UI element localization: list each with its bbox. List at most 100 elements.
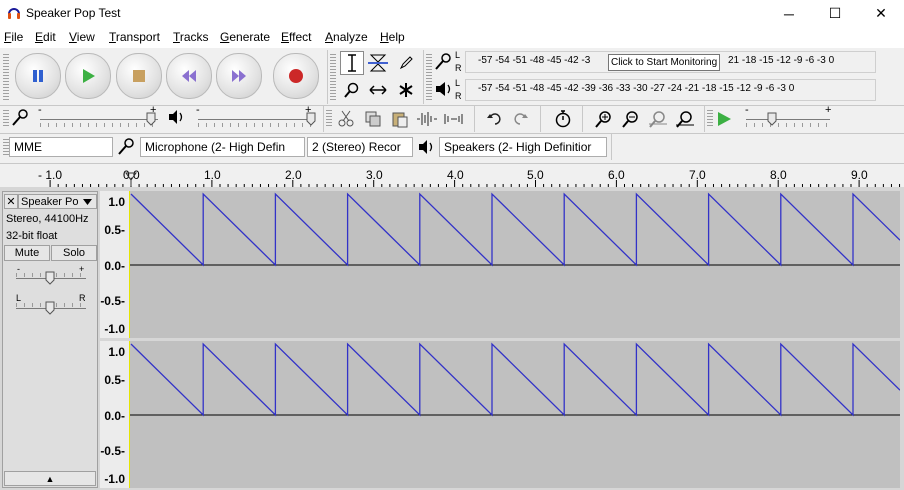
audio-host-select[interactable]: MME	[9, 137, 113, 157]
cut-button[interactable]	[334, 107, 358, 131]
copy-button[interactable]	[361, 107, 385, 131]
zoom-in-button[interactable]	[592, 107, 616, 131]
menu-transport[interactable]: Transport	[109, 30, 160, 44]
waveform-path	[130, 192, 900, 267]
fit-project-button[interactable]	[673, 107, 697, 131]
play-button[interactable]	[65, 53, 111, 99]
menu-tracks[interactable]: Tracks	[173, 30, 209, 44]
playback-device-select[interactable]: Speakers (2- High Definitior	[439, 137, 607, 157]
record-volume-slider[interactable]	[146, 112, 156, 126]
trim-button[interactable]	[415, 107, 439, 131]
toolbar-area: L R -57 -54 -51 -48 -45 -42 -3 Click to …	[0, 48, 904, 160]
redo-button[interactable]	[509, 107, 533, 131]
timeline-ruler[interactable]: - 1.0 0.0 1.0 2.0 3.0 4.0 5.0 6.0 7.0 8.…	[0, 163, 904, 188]
waveform-right-channel[interactable]	[129, 341, 900, 488]
mute-button[interactable]: Mute	[4, 245, 50, 261]
menu-file[interactable]: File	[4, 30, 23, 44]
trim-audio-icon	[417, 112, 437, 126]
skip-to-end-button[interactable]	[216, 53, 262, 99]
monitoring-tooltip[interactable]: Click to Start Monitoring	[608, 54, 721, 71]
collapse-track-button[interactable]: ▲	[4, 471, 96, 486]
scale-label: -0.5-	[100, 294, 125, 308]
toolbar-grip[interactable]	[326, 108, 332, 128]
solo-button[interactable]: Solo	[51, 245, 97, 261]
selection-tool-button[interactable]	[340, 51, 364, 75]
play-at-speed-button[interactable]	[712, 107, 736, 131]
track-menu-button[interactable]: Speaker Po	[18, 194, 97, 209]
skip-start-icon	[182, 70, 196, 82]
scale-label: 0.0-	[104, 259, 125, 273]
menu-generate[interactable]: Generate	[220, 30, 270, 44]
menu-analyze[interactable]: Analyze	[325, 30, 368, 44]
draw-tool-button[interactable]	[394, 51, 418, 75]
toolbar-grip[interactable]	[3, 52, 9, 100]
maximize-button[interactable]: ☐	[812, 0, 858, 27]
skip-to-start-button[interactable]	[166, 53, 212, 99]
record-button[interactable]	[273, 53, 319, 99]
vertical-scale-left[interactable]: 1.0 0.5- 0.0- -0.5- -1.0	[100, 191, 129, 338]
zoom-out-icon	[622, 111, 638, 128]
zoom-in-icon	[595, 111, 611, 128]
menu-effect[interactable]: Effect	[281, 30, 311, 44]
playback-meter-scale: -57 -54 -51 -48 -45 -42 -39 -36 -33 -30 …	[478, 83, 795, 94]
zoom-out-button[interactable]	[619, 107, 643, 131]
playhead-marker[interactable]	[125, 172, 137, 186]
paste-icon	[392, 112, 408, 128]
playback-meter[interactable]: -57 -54 -51 -48 -45 -42 -39 -36 -33 -30 …	[465, 79, 876, 101]
scale-label: -1.0	[104, 472, 125, 486]
recording-channels-select[interactable]: 2 (Stereo) Recor	[307, 137, 413, 157]
envelope-icon	[368, 54, 388, 72]
record-meter-scale: -57 -54 -51 -48 -45 -42 -3	[478, 55, 591, 66]
toolbar-grip[interactable]	[3, 108, 9, 128]
microphone-volume-icon	[12, 109, 28, 126]
zoom-tool-button[interactable]	[340, 78, 364, 102]
gain-slider[interactable]	[45, 271, 55, 285]
sync-lock-button[interactable]	[551, 107, 575, 131]
toolbar-grip[interactable]	[426, 52, 432, 100]
menu-view[interactable]: View	[69, 30, 95, 44]
waveform-left-channel[interactable]	[129, 191, 900, 338]
title-bar: Speaker Pop Test ─ ☐ ✕	[0, 0, 904, 27]
audacity-app-icon	[8, 8, 20, 19]
vertical-scale-right[interactable]: 1.0 0.5- 0.0- -0.5- -1.0	[100, 341, 129, 488]
undo-button[interactable]	[482, 107, 506, 131]
stop-button[interactable]	[116, 53, 162, 99]
speaker-volume-icon	[169, 110, 183, 124]
toolbar-grip[interactable]	[330, 52, 336, 100]
time-shift-tool-button[interactable]	[366, 78, 390, 102]
pencil-icon	[399, 56, 413, 70]
zoom-fit-icon	[676, 111, 694, 128]
silence-audio-icon	[444, 114, 463, 124]
magnifier-icon	[344, 82, 359, 98]
silence-button[interactable]	[442, 107, 466, 131]
record-meter-right-label: R	[455, 63, 462, 73]
minimize-button[interactable]: ─	[766, 0, 812, 27]
track-control-panel: ✕ Speaker Po Stereo, 44100Hz 32-bit floa…	[2, 191, 98, 488]
pan-right-label: R	[79, 293, 86, 303]
paste-button[interactable]	[388, 107, 412, 131]
stop-icon	[133, 70, 145, 82]
multi-tool-button[interactable]	[394, 78, 418, 102]
copy-icon	[365, 111, 381, 127]
fit-selection-button[interactable]	[646, 107, 670, 131]
track-name: Speaker Po	[21, 195, 79, 208]
scale-label: 1.0	[108, 345, 125, 359]
stopwatch-icon	[555, 110, 571, 128]
pan-left-label: L	[16, 293, 22, 303]
track-close-button[interactable]: ✕	[4, 194, 18, 209]
record-meter[interactable]: -57 -54 -51 -48 -45 -42 -3 Click to Star…	[465, 51, 876, 73]
play-speed-slider[interactable]	[767, 112, 777, 126]
pause-icon	[33, 70, 43, 82]
pause-button[interactable]	[15, 53, 61, 99]
menu-help[interactable]: Help	[380, 30, 405, 44]
recording-device-select[interactable]: Microphone (2- High Defin	[140, 137, 305, 157]
scale-label: 0.5-	[104, 373, 125, 387]
menu-edit[interactable]: Edit	[35, 30, 56, 44]
playback-volume-slider[interactable]	[306, 112, 316, 126]
pan-slider[interactable]	[45, 301, 55, 315]
double-arrow-icon	[369, 85, 387, 95]
speaker-meter-icon	[436, 82, 451, 96]
scale-label: 0.5-	[104, 223, 125, 237]
close-window-button[interactable]: ✕	[858, 0, 904, 27]
envelope-tool-button[interactable]	[366, 51, 390, 75]
